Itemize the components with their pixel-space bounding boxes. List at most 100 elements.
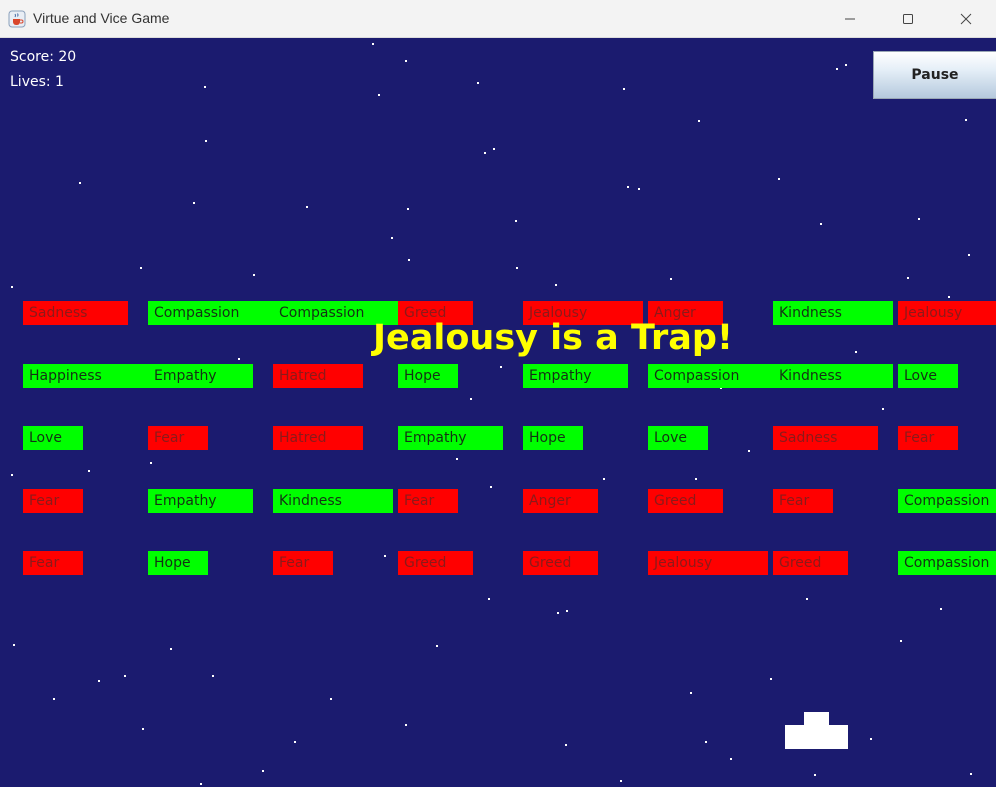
star [778,178,780,180]
star [806,598,808,600]
star [493,148,495,150]
virtue-brick: Love [648,426,708,450]
star [603,478,605,480]
star [436,645,438,647]
virtue-brick: Happiness [23,364,148,388]
star [814,774,816,776]
star [948,296,950,298]
star [456,458,458,460]
vice-brick: Fear [898,426,958,450]
minimize-icon [845,18,855,20]
virtue-brick: Kindness [273,489,393,513]
vice-brick: Sadness [23,301,128,325]
star [882,408,884,410]
virtue-brick: Kindness [773,364,893,388]
star [870,738,872,740]
star [695,478,697,480]
star [565,744,567,746]
star [53,698,55,700]
vice-brick: Hatred [273,426,363,450]
star [407,208,409,210]
virtue-brick: Kindness [773,301,893,325]
score-label: Score: 20 [10,49,77,65]
star [140,267,142,269]
star [900,640,902,642]
java-coffee-cup-icon [8,10,26,28]
star [384,555,386,557]
vice-brick: Greed [523,551,598,575]
star [836,68,838,70]
star [212,675,214,677]
star [638,188,640,190]
star [170,648,172,650]
vice-brick: Jealousy [898,301,996,325]
virtue-brick: Empathy [398,426,503,450]
star [200,783,202,785]
star [968,254,970,256]
star [98,680,100,682]
star [205,140,207,142]
virtue-brick: Compassion [898,551,996,575]
star [698,120,700,122]
virtue-brick: Love [898,364,958,388]
star [705,741,707,743]
pause-button[interactable]: Pause [873,51,996,99]
vice-brick: Fear [398,489,458,513]
star [88,470,90,472]
paddle-turret [804,712,829,725]
star [484,152,486,154]
star [405,724,407,726]
vice-brick: Fear [773,489,833,513]
star [690,692,692,694]
star [748,450,750,452]
virtue-brick: Empathy [148,489,253,513]
vice-brick: Fear [148,426,208,450]
star [627,186,629,188]
paddle-base [785,725,848,749]
star [515,220,517,222]
star [294,741,296,743]
star [918,218,920,220]
star [670,278,672,280]
game-message: Jealousy is a Trap! [373,318,733,358]
window-title: Virtue and Vice Game [33,10,170,26]
star [730,758,732,760]
virtue-brick: Hope [398,364,458,388]
maximize-icon [903,14,913,24]
star [372,43,374,45]
vice-brick: Hatred [273,364,363,388]
close-button[interactable] [937,0,995,38]
minimize-button[interactable] [821,0,879,38]
star [855,351,857,353]
star [555,284,557,286]
star [391,237,393,239]
vice-brick: Greed [398,551,473,575]
star [940,608,942,610]
star [557,612,559,614]
game-canvas[interactable]: Sadness Compassion Compassion Greed Jealousy… [0,38,996,787]
star [193,202,195,204]
star [623,88,625,90]
star [965,119,967,121]
star [820,223,822,225]
star [470,398,472,400]
vice-brick: Sadness [773,426,878,450]
virtue-brick: Compassion [148,301,273,325]
maximize-button[interactable] [879,0,937,38]
virtue-brick: Love [23,426,83,450]
star [79,182,81,184]
star [262,770,264,772]
star [516,267,518,269]
star [620,780,622,782]
star [907,277,909,279]
vice-brick: Fear [23,551,83,575]
title-bar[interactable]: Virtue and Vice Game [0,0,996,38]
vice-brick: Fear [273,551,333,575]
star [845,64,847,66]
virtue-brick: Compassion [648,364,773,388]
star [238,358,240,360]
star [970,773,972,775]
star [500,366,502,368]
vice-brick: Greed [773,551,848,575]
star [11,474,13,476]
